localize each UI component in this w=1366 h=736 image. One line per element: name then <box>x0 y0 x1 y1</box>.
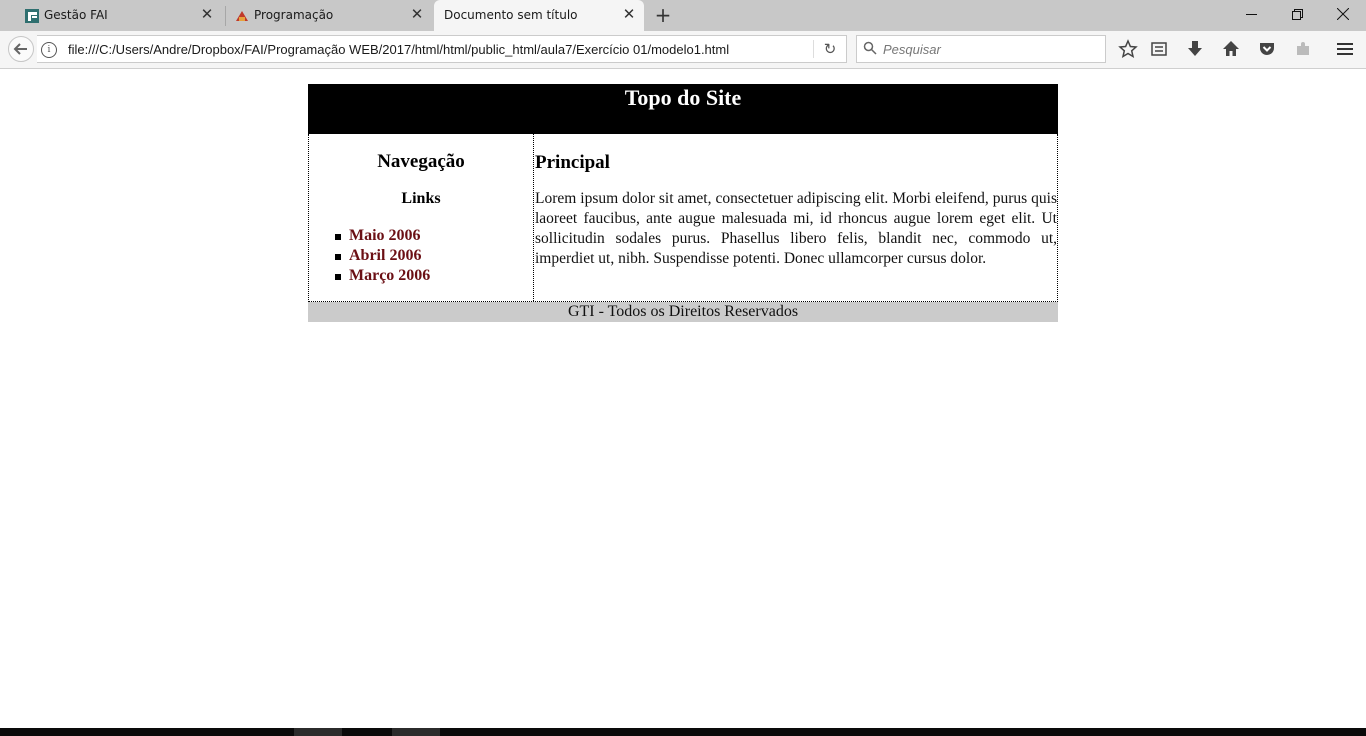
list-item: Abril 2006 <box>335 246 430 266</box>
tab-label: Documento sem título <box>444 8 578 22</box>
list-item: Maio 2006 <box>335 226 430 246</box>
main-paragraph: Lorem ipsum dolor sit amet, consectetuer… <box>535 190 1057 267</box>
link-abril-2006[interactable]: Abril 2006 <box>349 247 421 264</box>
search-input[interactable]: Pesquisar <box>856 35 1106 63</box>
close-tab-icon[interactable]: ✕ <box>200 7 214 22</box>
os-taskbar <box>0 728 1366 736</box>
reload-icon[interactable]: ↻ <box>820 39 840 59</box>
restore-icon[interactable] <box>1274 0 1320 31</box>
reading-list-icon[interactable] <box>1149 39 1169 59</box>
site-footer: GTI - Todos os Direitos Reservados <box>308 302 1058 322</box>
link-marco-2006[interactable]: Março 2006 <box>349 267 430 284</box>
gestao-fai-favicon <box>25 9 39 23</box>
plus-icon[interactable]: + <box>652 5 674 27</box>
download-icon[interactable] <box>1185 39 1205 59</box>
extension-icon[interactable] <box>1293 39 1313 59</box>
links-heading: Links <box>401 190 441 207</box>
close-tab-icon[interactable]: ✕ <box>622 7 636 22</box>
tab-divider <box>225 6 226 26</box>
link-maio-2006[interactable]: Maio 2006 <box>349 227 421 244</box>
window-close-icon[interactable] <box>1320 0 1366 31</box>
close-tab-icon[interactable]: ✕ <box>410 7 424 22</box>
tab-label: Gestão FAI <box>44 8 108 22</box>
taskbar-item[interactable] <box>392 728 440 736</box>
tab-gestao-fai[interactable]: Gestão FAI ✕ <box>22 0 222 31</box>
site-container: Topo do Site Navegação Links Maio 2006 A… <box>308 84 1058 322</box>
back-arrow-icon <box>13 43 27 55</box>
info-icon[interactable]: i <box>41 42 57 58</box>
star-icon[interactable] <box>1118 39 1138 59</box>
links-list: Maio 2006 Abril 2006 Março 2006 <box>335 226 430 286</box>
search-icon <box>863 41 877 55</box>
site-header: Topo do Site <box>308 84 1058 134</box>
pocket-icon[interactable] <box>1257 39 1277 59</box>
navigation-column: Navegação Links Maio 2006 Abril 2006 Mar… <box>309 134 534 301</box>
taskbar-item[interactable] <box>294 728 342 736</box>
home-icon[interactable] <box>1221 39 1241 59</box>
site-title: Topo do Site <box>624 85 742 110</box>
tab-strip: Gestão FAI ✕ Programação ✕ Documento sem… <box>0 0 1366 31</box>
navigation-toolbar: i file:///C:/Users/Andre/Dropbox/FAI/Pro… <box>0 31 1366 69</box>
main-heading: Principal <box>535 152 610 173</box>
site-body: Navegação Links Maio 2006 Abril 2006 Mar… <box>308 134 1058 302</box>
address-bar[interactable]: i file:///C:/Users/Andre/Dropbox/FAI/Pro… <box>37 35 847 63</box>
programacao-favicon <box>236 11 248 21</box>
list-item: Março 2006 <box>335 266 430 286</box>
tab-label: Programação <box>254 8 334 22</box>
url-text[interactable]: file:///C:/Users/Andre/Dropbox/FAI/Progr… <box>68 42 729 57</box>
back-button[interactable] <box>8 36 34 62</box>
search-placeholder: Pesquisar <box>883 42 941 57</box>
tab-documento-sem-titulo[interactable]: Documento sem título ✕ <box>434 0 644 31</box>
urlbar-divider <box>813 40 814 58</box>
main-column: Principal Lorem ipsum dolor sit amet, co… <box>535 134 1057 301</box>
menu-icon[interactable] <box>1335 39 1355 59</box>
minimize-icon[interactable] <box>1228 0 1274 31</box>
tab-programacao[interactable]: Programação ✕ <box>232 0 432 31</box>
page-viewport: Topo do Site Navegação Links Maio 2006 A… <box>0 69 1366 728</box>
nav-heading: Navegação <box>377 151 465 172</box>
